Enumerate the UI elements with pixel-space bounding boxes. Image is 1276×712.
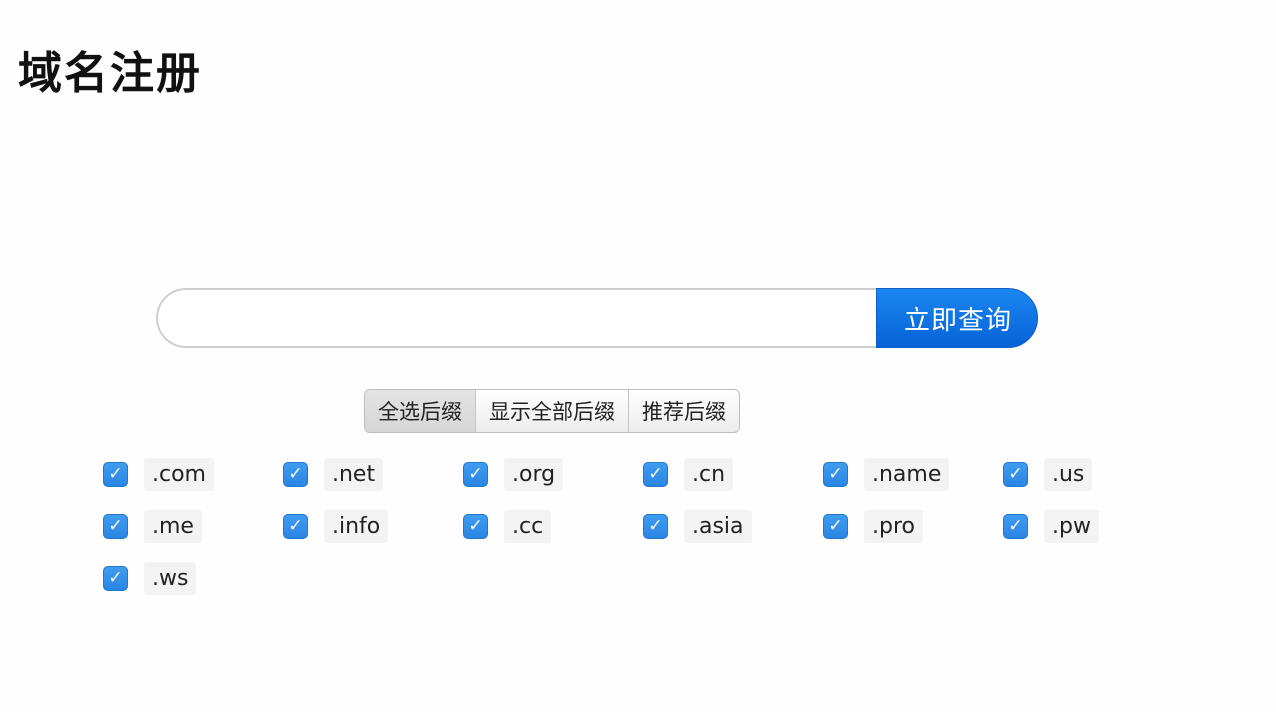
tld-item-net[interactable]: ✓ .net [283, 448, 463, 500]
tld-checkbox[interactable]: ✓ [283, 513, 308, 539]
tld-label: .net [324, 457, 384, 491]
tld-label: .org [504, 457, 564, 491]
tld-checkbox[interactable]: ✓ [463, 461, 488, 487]
check-icon: ✓ [1008, 463, 1023, 484]
tld-label: .us [1044, 457, 1093, 491]
tld-label: .com [144, 457, 214, 491]
check-icon: ✓ [108, 515, 123, 536]
tld-item-me[interactable]: ✓ .me [103, 500, 283, 552]
tld-checkbox[interactable]: ✓ [1003, 513, 1028, 539]
page-title: 域名注册 [18, 48, 202, 99]
tld-checkbox[interactable]: ✓ [103, 565, 128, 591]
tld-checkbox[interactable]: ✓ [643, 513, 668, 539]
tld-label: .pro [864, 509, 923, 543]
recommended-suffixes-button[interactable]: 推荐后缀 [629, 390, 739, 432]
tld-checkbox[interactable]: ✓ [823, 461, 848, 487]
check-icon: ✓ [648, 515, 663, 536]
tld-checkbox[interactable]: ✓ [643, 461, 668, 487]
tld-item-com[interactable]: ✓ .com [103, 448, 283, 500]
check-icon: ✓ [648, 463, 663, 484]
check-icon: ✓ [468, 515, 483, 536]
tld-label: .cc [504, 509, 552, 543]
domain-search-input[interactable] [156, 288, 876, 348]
check-icon: ✓ [468, 463, 483, 484]
tld-item-us[interactable]: ✓ .us [1003, 448, 1183, 500]
tld-item-asia[interactable]: ✓ .asia [643, 500, 823, 552]
tld-checkbox[interactable]: ✓ [463, 513, 488, 539]
suffix-filter-button-group: 全选后缀 显示全部后缀 推荐后缀 [364, 389, 740, 433]
tld-item-pw[interactable]: ✓ .pw [1003, 500, 1183, 552]
tld-label: .name [864, 457, 950, 491]
check-icon: ✓ [288, 463, 303, 484]
check-icon: ✓ [108, 463, 123, 484]
tld-checkbox[interactable]: ✓ [283, 461, 308, 487]
show-all-suffixes-button[interactable]: 显示全部后缀 [476, 390, 629, 432]
tld-checkbox[interactable]: ✓ [103, 513, 128, 539]
select-all-suffixes-button[interactable]: 全选后缀 [365, 390, 476, 432]
check-icon: ✓ [828, 515, 843, 536]
domain-search-bar: 立即查询 [156, 288, 1038, 348]
tld-checkbox-list: ✓ .com ✓ .net ✓ .org ✓ .cn ✓ .name ✓ .us… [103, 448, 1183, 604]
tld-checkbox[interactable]: ✓ [1003, 461, 1028, 487]
tld-item-cn[interactable]: ✓ .cn [643, 448, 823, 500]
tld-label: .asia [684, 509, 752, 543]
tld-item-info[interactable]: ✓ .info [283, 500, 463, 552]
tld-label: .info [324, 509, 389, 543]
tld-item-ws[interactable]: ✓ .ws [103, 552, 283, 604]
tld-label: .pw [1044, 509, 1099, 543]
check-icon: ✓ [828, 463, 843, 484]
tld-item-cc[interactable]: ✓ .cc [463, 500, 643, 552]
search-now-button[interactable]: 立即查询 [876, 288, 1038, 348]
tld-label: .ws [144, 561, 197, 595]
check-icon: ✓ [288, 515, 303, 536]
tld-item-org[interactable]: ✓ .org [463, 448, 643, 500]
check-icon: ✓ [1008, 515, 1023, 536]
check-icon: ✓ [108, 567, 123, 588]
tld-checkbox[interactable]: ✓ [103, 461, 128, 487]
tld-item-name[interactable]: ✓ .name [823, 448, 1003, 500]
tld-checkbox[interactable]: ✓ [823, 513, 848, 539]
tld-item-pro[interactable]: ✓ .pro [823, 500, 1003, 552]
tld-label: .me [144, 509, 202, 543]
domain-registration-page: 域名注册 立即查询 全选后缀 显示全部后缀 推荐后缀 ✓ .com ✓ .net… [0, 0, 1276, 712]
tld-label: .cn [684, 457, 734, 491]
